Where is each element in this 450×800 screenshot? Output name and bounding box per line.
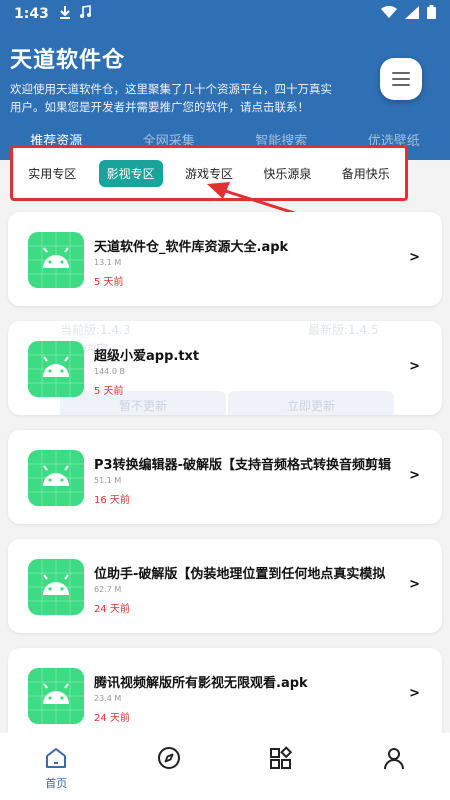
item-size: 51.1 M — [94, 476, 122, 485]
chevron-right-icon: > — [409, 250, 420, 265]
chevron-right-icon: > — [409, 468, 420, 483]
subtab-video[interactable]: 影视专区 — [98, 159, 163, 187]
android-icon — [28, 450, 84, 506]
bottom-nav: 首页 — [0, 733, 450, 800]
later-button: 暂不更新 — [60, 391, 226, 415]
android-icon — [28, 668, 84, 724]
android-icon — [28, 559, 84, 615]
app-title: 天道软件仓 — [10, 48, 126, 73]
wifi-icon — [381, 5, 397, 23]
signal-icon — [405, 5, 419, 23]
list-item[interactable]: P3转换编辑器-破解版【支持音频格式转换音频剪辑 51.1 M 16 天前 > — [8, 430, 442, 524]
music-icon — [79, 5, 91, 23]
list-item[interactable]: 腾讯视频解版所有影视无限观看.apk 23.4 M 24 天前 > — [8, 648, 442, 742]
nav-apps[interactable] — [225, 733, 338, 800]
nav-home[interactable]: 首页 — [0, 733, 113, 800]
list-item[interactable]: 位助手-破解版【伪装地理位置到任何地点真实模拟 62.7 M 24 天前 > — [8, 539, 442, 633]
item-size: 13.1 M — [94, 258, 122, 267]
subtab-fun[interactable]: 快乐源泉 — [255, 160, 319, 187]
item-name: 位助手-破解版【伪装地理位置到任何地点真实模拟 — [94, 567, 386, 582]
item-time: 5 天前 — [94, 386, 124, 397]
compass-icon — [157, 747, 180, 769]
status-bar: 1:43 — [0, 0, 450, 28]
user-icon — [383, 748, 404, 770]
item-time: 5 天前 — [94, 277, 124, 288]
menu-button[interactable] — [380, 58, 422, 100]
home-icon — [46, 748, 67, 768]
item-name: 腾讯视频解版所有影视无限观看.apk — [94, 676, 308, 691]
update-now-button: 立即更新 — [228, 391, 394, 415]
list-item[interactable]: 天道软件仓_软件库资源大全.apk 13.1 M 5 天前 > — [8, 212, 442, 306]
item-size: 23.4 M — [94, 694, 122, 703]
category-tabs: 实用专区 影视专区 游戏专区 快乐源泉 备用快乐 — [10, 145, 408, 201]
list-item[interactable]: 当前版:1.4.3 最新版:1.4.5 更新内容 暂不更新 立即更新 超级小爱a… — [8, 321, 442, 415]
app-header: 1:43 天道软件仓 欢迎使用天道软件仓，这里聚集了几十个资源平台，四十万真实用… — [0, 0, 450, 160]
nav-profile[interactable] — [338, 733, 450, 800]
item-name: P3转换编辑器-破解版【支持音频格式转换音频剪辑 — [94, 458, 391, 473]
subtab-backup[interactable]: 备用快乐 — [334, 160, 398, 187]
resource-list: 天道软件仓_软件库资源大全.apk 13.1 M 5 天前 > 当前版:1.4.… — [8, 212, 442, 757]
nav-discover[interactable] — [113, 733, 226, 800]
status-time: 1:43 — [14, 6, 49, 22]
item-name: 天道软件仓_软件库资源大全.apk — [94, 240, 289, 255]
subtab-games[interactable]: 游戏专区 — [177, 160, 241, 187]
subtab-utilities[interactable]: 实用专区 — [20, 160, 84, 187]
menu-icon — [392, 72, 410, 74]
android-icon — [28, 341, 84, 397]
chevron-right-icon: > — [409, 359, 420, 374]
apps-icon — [270, 746, 293, 769]
android-icon — [28, 232, 84, 288]
download-icon — [59, 5, 71, 23]
item-time: 24 天前 — [94, 604, 130, 615]
item-size: 144.0 B — [94, 367, 125, 376]
item-time: 24 天前 — [94, 713, 130, 724]
nav-home-label: 首页 — [45, 777, 68, 790]
update-latest-version: 最新版:1.4.5 — [308, 323, 379, 337]
app-description[interactable]: 欢迎使用天道软件仓，这里聚集了几十个资源平台，四十万真实用户。如果您是开发者并需… — [10, 80, 340, 116]
battery-icon — [427, 5, 436, 23]
chevron-right-icon: > — [409, 577, 420, 592]
update-current-version: 当前版:1.4.3 — [60, 323, 131, 337]
chevron-right-icon: > — [409, 686, 420, 701]
item-name: 超级小爱app.txt — [94, 349, 200, 364]
item-size: 62.7 M — [94, 585, 122, 594]
item-time: 16 天前 — [94, 495, 130, 506]
